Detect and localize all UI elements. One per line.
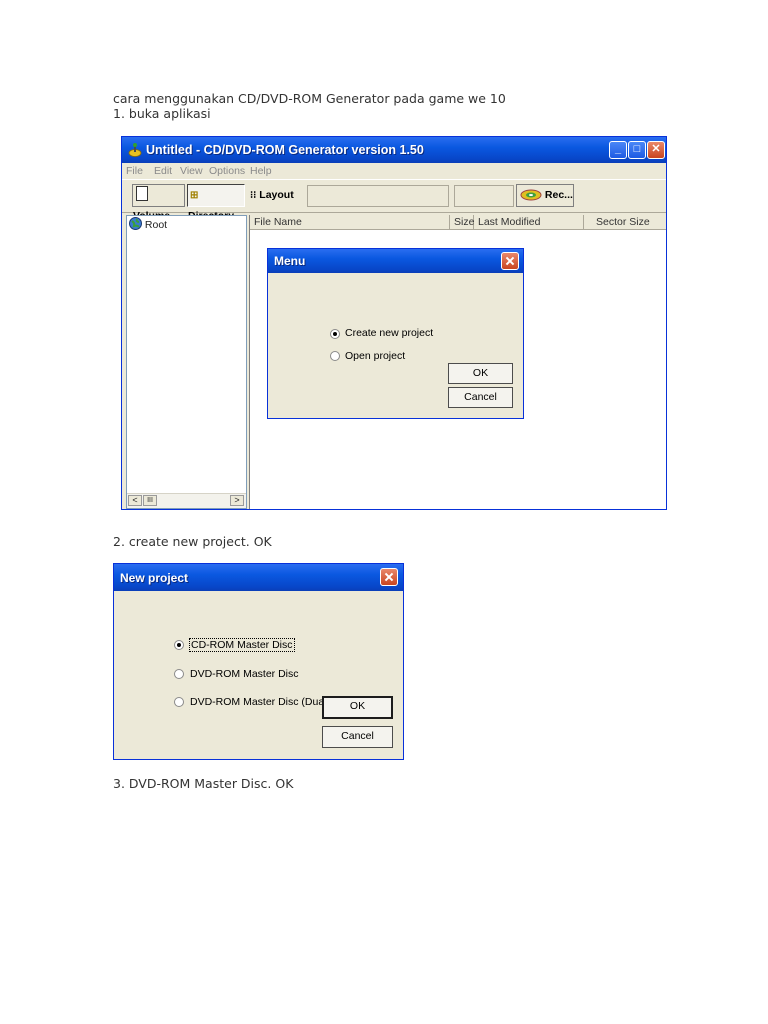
menu-dialog-titlebar[interactable]: Menu [268, 249, 523, 273]
menu-ok-button[interactable]: OK [448, 363, 513, 384]
tree-root-item[interactable]: Root [129, 217, 167, 231]
directory-tree[interactable]: Root < III > [126, 215, 247, 509]
label-dvd-rom-master-disc: DVD-ROM Master Disc [190, 668, 299, 680]
label-create-new-project: Create new project [345, 327, 434, 339]
close-icon[interactable]: ✕ [647, 141, 665, 159]
record-disc-icon [520, 189, 542, 201]
label-clip: DVD-ROM Master Disc (Dua [190, 696, 322, 710]
menu-dialog: Menu Create new project Open project OK … [267, 248, 524, 419]
menu-bar: File Edit View Options Help [122, 163, 666, 179]
tree-horizontal-scrollbar[interactable]: < III > [127, 493, 246, 508]
volume-icon [136, 186, 148, 201]
menu-help[interactable]: Help [250, 165, 272, 177]
record-label: Rec... [544, 189, 573, 201]
col-sector-size[interactable]: Sector Size [584, 215, 666, 230]
radio-create-new-project[interactable] [330, 329, 340, 339]
doc-heading: cara menggunakan CD/DVD-ROM Generator pa… [113, 91, 506, 106]
label-open-project: Open project [345, 350, 406, 362]
label-cd-rom-master-disc: CD-ROM Master Disc [189, 638, 295, 652]
new-project-dialog: New project CD-ROM Master Disc DVD-ROM M… [113, 563, 404, 760]
menu-edit[interactable]: Edit [154, 165, 172, 177]
radio-open-project[interactable] [330, 351, 340, 361]
scroll-right-icon[interactable]: > [230, 495, 244, 506]
radio-dvd-rom-master-disc[interactable] [174, 669, 184, 679]
new-project-cancel-button[interactable]: Cancel [322, 726, 393, 748]
radio-cd-rom-master-disc[interactable] [174, 640, 184, 650]
close-icon[interactable] [501, 252, 519, 270]
record-button[interactable]: Rec... [516, 184, 574, 207]
label-dvd-rom-master-disc-dual: DVD-ROM Master Disc (Dua [190, 696, 322, 708]
new-project-titlebar[interactable]: New project [114, 564, 403, 591]
new-project-title: New project [120, 571, 189, 585]
doc-step-3: 3. DVD-ROM Master Disc. OK [113, 776, 294, 791]
toolbar-field-2 [454, 185, 514, 207]
layout-label: Layout [259, 189, 294, 201]
close-icon[interactable] [380, 568, 398, 586]
minimize-icon[interactable]: _ [609, 141, 627, 159]
app-icon [128, 143, 142, 157]
main-titlebar[interactable]: Untitled - CD/DVD-ROM Generator version … [122, 137, 666, 163]
layout-icon: ⁝⁝ [250, 190, 257, 201]
layout-button[interactable]: ⁝⁝ Layout [247, 184, 302, 207]
new-project-ok-button[interactable]: OK [322, 696, 393, 719]
menu-view[interactable]: View [180, 165, 203, 177]
col-last-modified[interactable]: Last Modified [474, 215, 584, 230]
toolbar: Volume ⊞Directory ⁝⁝ Layout Rec... [122, 179, 666, 222]
menu-file[interactable]: File [126, 165, 143, 177]
directory-icon: ⊞ [190, 190, 199, 201]
main-app-window: Untitled - CD/DVD-ROM Generator version … [121, 136, 667, 510]
toolbar-field-1 [307, 185, 449, 207]
directory-button[interactable]: ⊞Directory [187, 184, 245, 222]
scroll-left-icon[interactable]: < [128, 495, 142, 506]
menu-options[interactable]: Options [209, 165, 245, 177]
main-window-title: Untitled - CD/DVD-ROM Generator version … [146, 143, 424, 157]
col-size[interactable]: Size [450, 215, 474, 230]
volume-button[interactable]: Volume [132, 184, 185, 222]
col-file-name[interactable]: File Name [250, 215, 450, 230]
doc-step-2: 2. create new project. OK [113, 534, 272, 549]
menu-dialog-title: Menu [274, 254, 306, 268]
globe-icon [129, 217, 142, 230]
doc-step-1: 1. buka aplikasi [113, 106, 211, 121]
menu-cancel-button[interactable]: Cancel [448, 387, 513, 408]
scroll-thumb[interactable]: III [143, 495, 157, 506]
maximize-icon[interactable]: □ [628, 141, 646, 159]
tree-root-label: Root [144, 219, 168, 231]
radio-dvd-rom-master-disc-dual[interactable] [174, 697, 184, 707]
